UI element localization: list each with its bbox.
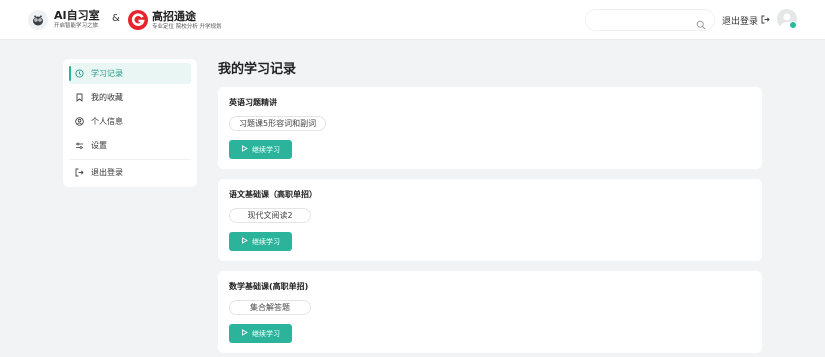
page-title: 我的学习记录 — [218, 62, 297, 77]
logout-icon — [75, 168, 84, 177]
play-icon — [241, 329, 248, 338]
brand1-subtitle: 开启智能学习之旅 — [54, 23, 99, 29]
brand-gaozhao[interactable]: 高招通途 专业定位 院校分析 升学规划 — [127, 9, 222, 31]
course-title: 语文基础课（高职单招） — [229, 190, 317, 199]
owl-logo-icon — [28, 9, 48, 30]
gaozhao-logo-icon — [127, 9, 149, 31]
search-input[interactable] — [585, 9, 715, 31]
history-icon — [75, 69, 84, 78]
sidebar: 学习记录 我的收藏 个人信息 设置 退出登录 — [63, 59, 197, 187]
brand-separator: & — [112, 13, 120, 24]
sidebar-divider — [69, 159, 191, 160]
continue-study-button[interactable]: 继续学习 — [229, 324, 292, 343]
header-logout-label: 退出登录 — [722, 17, 759, 27]
top-bar: AI自习室 开启智能学习之旅 & 高招通途 专业定位 院校分析 升学规划 退出登… — [0, 0, 825, 40]
sidebar-item-profile[interactable]: 个人信息 — [69, 111, 191, 132]
study-record-card: 语文基础课（高职单招） 现代文阅读2 继续学习 — [218, 179, 762, 261]
sidebar-item-label: 退出登录 — [91, 168, 123, 177]
sidebar-item-label: 我的收藏 — [91, 93, 123, 102]
brand1-title: AI自习室 — [54, 9, 100, 22]
brand2-subtitle: 专业定位 院校分析 升学规划 — [152, 23, 222, 30]
play-icon — [241, 237, 248, 246]
study-record-card: 英语习题精讲 习题课5形容词和副词 继续学习 — [218, 87, 762, 169]
sidebar-item-label: 个人信息 — [91, 117, 123, 126]
brand2-title: 高招通途 — [152, 9, 196, 23]
continue-study-button[interactable]: 继续学习 — [229, 232, 292, 251]
continue-study-button[interactable]: 继续学习 — [229, 140, 292, 159]
continue-study-label: 继续学习 — [252, 237, 280, 246]
logout-icon — [761, 15, 770, 27]
course-title: 数学基础课(高职单招) — [229, 282, 309, 291]
lesson-tag[interactable]: 集合解答题 — [229, 300, 311, 315]
sidebar-item-settings[interactable]: 设置 — [69, 135, 191, 156]
continue-study-label: 继续学习 — [252, 145, 280, 154]
brand-ai-study-room[interactable]: AI自习室 开启智能学习之旅 — [28, 9, 100, 30]
bookmark-icon — [75, 93, 84, 102]
sidebar-item-study-records[interactable]: 学习记录 — [69, 63, 191, 84]
sidebar-item-label: 设置 — [91, 141, 107, 150]
settings-icon — [75, 141, 84, 150]
course-title: 英语习题精讲 — [229, 98, 277, 107]
lesson-tag[interactable]: 现代文阅读2 — [229, 208, 311, 223]
lesson-tag[interactable]: 习题课5形容词和副词 — [229, 116, 327, 131]
sidebar-item-favorites[interactable]: 我的收藏 — [69, 87, 191, 108]
study-record-card: 数学基础课(高职单招) 集合解答题 继续学习 — [218, 271, 762, 353]
header-logout-button[interactable]: 退出登录 — [722, 14, 770, 27]
search-icon[interactable] — [696, 15, 706, 34]
user-icon — [75, 117, 84, 126]
continue-study-label: 继续学习 — [252, 329, 280, 338]
online-status-dot — [789, 21, 797, 29]
sidebar-item-logout[interactable]: 退出登录 — [69, 162, 191, 183]
sidebar-item-label: 学习记录 — [91, 69, 123, 78]
play-icon — [241, 145, 248, 154]
